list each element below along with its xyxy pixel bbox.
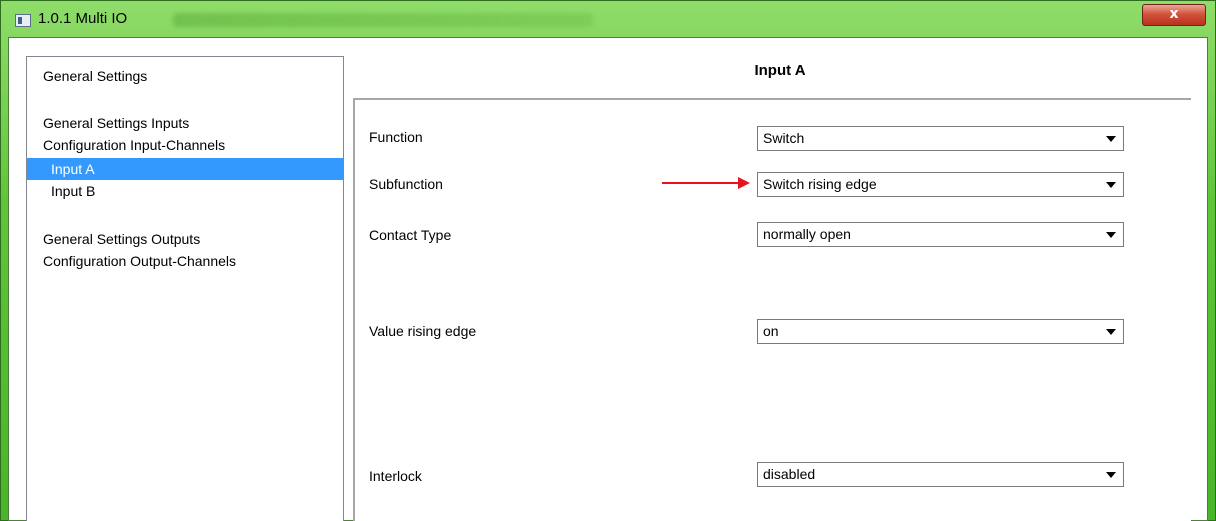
interlock-value: disabled bbox=[763, 466, 816, 482]
tree-item-label: Input A bbox=[51, 161, 95, 177]
tree-item-label: Input B bbox=[51, 183, 96, 199]
chevron-down-icon[interactable] bbox=[1106, 472, 1116, 478]
subfunction-dropdown[interactable]: Switch rising edge bbox=[757, 172, 1124, 197]
contact-type-label: Contact Type bbox=[369, 227, 452, 243]
chevron-down-icon[interactable] bbox=[1106, 136, 1116, 142]
parameter-group bbox=[353, 98, 1191, 521]
value-rising-edge-dropdown[interactable]: on bbox=[757, 319, 1124, 344]
contact-type-value: normally open bbox=[763, 226, 851, 242]
tree-item-general-settings-outputs[interactable]: General Settings Outputs bbox=[27, 228, 343, 250]
subfunction-label: Subfunction bbox=[369, 176, 443, 192]
tree-item-input-b[interactable]: Input B bbox=[27, 180, 343, 202]
chevron-down-icon[interactable] bbox=[1106, 329, 1116, 335]
tree-item-label: Configuration Output-Channels bbox=[43, 253, 237, 269]
interlock-label: Interlock bbox=[369, 468, 422, 484]
tree-item-label: Configuration Input-Channels bbox=[43, 137, 226, 153]
contact-type-dropdown[interactable]: normally open bbox=[757, 222, 1124, 247]
red-arrow-annotation bbox=[662, 177, 750, 189]
blurred-menu-bar bbox=[173, 13, 593, 27]
chevron-down-icon[interactable] bbox=[1106, 232, 1116, 238]
function-value: Switch bbox=[763, 130, 805, 146]
panel-title: Input A bbox=[754, 62, 806, 79]
tree-item-label: General Settings Outputs bbox=[43, 231, 201, 247]
subfunction-value: Switch rising edge bbox=[763, 176, 877, 192]
panel-header: Input A bbox=[354, 56, 1206, 90]
close-button[interactable]: x bbox=[1142, 4, 1206, 26]
title-bar[interactable]: 1.0.1 Multi IO x bbox=[1, 1, 1215, 39]
tree-item-configuration-input-channels[interactable]: Configuration Input-Channels bbox=[27, 134, 343, 156]
chevron-down-icon[interactable] bbox=[1106, 182, 1116, 188]
tree-item-label: General Settings Inputs bbox=[43, 115, 190, 131]
value-rising-edge-label: Value rising edge bbox=[369, 323, 477, 339]
parameter-tree: General Settings General Settings Inputs… bbox=[26, 56, 344, 521]
tree-item-configuration-output-channels[interactable]: Configuration Output-Channels bbox=[27, 250, 343, 272]
app-icon bbox=[15, 14, 31, 27]
tree-item-general-settings[interactable]: General Settings bbox=[27, 65, 343, 87]
tree-item-label: General Settings bbox=[43, 68, 148, 84]
function-label: Function bbox=[369, 129, 423, 145]
tree-item-general-settings-inputs[interactable]: General Settings Inputs bbox=[27, 112, 343, 134]
tree-item-input-a[interactable]: Input A bbox=[27, 158, 343, 180]
window-title: 1.0.1 Multi IO bbox=[38, 10, 128, 27]
function-dropdown[interactable]: Switch bbox=[757, 126, 1124, 151]
value-rising-edge-value: on bbox=[763, 323, 779, 339]
interlock-dropdown[interactable]: disabled bbox=[757, 462, 1124, 487]
